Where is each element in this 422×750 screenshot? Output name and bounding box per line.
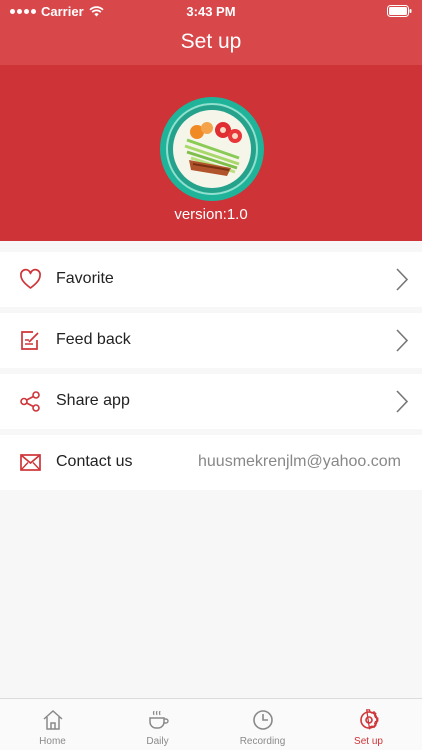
status-bar: Carrier 3:43 PM	[0, 0, 422, 22]
battery-icon	[387, 5, 412, 17]
tab-label: Set up	[354, 736, 383, 747]
contact-email[interactable]: huusmekrenjlm@yahoo.com	[198, 453, 401, 471]
tab-recording[interactable]: Recording	[210, 699, 315, 750]
chevron-right-icon	[396, 329, 409, 352]
menu-item-favorite[interactable]: Favorite	[0, 252, 422, 307]
menu-item-label: Feed back	[56, 331, 131, 348]
menu-item-feedback[interactable]: Feed back	[0, 313, 422, 368]
version-label: version:1.0	[174, 206, 248, 223]
tab-label: Home	[39, 736, 66, 747]
heart-icon	[20, 268, 41, 289]
page-title: Set up	[180, 30, 242, 53]
chevron-right-icon	[396, 390, 409, 413]
tab-home[interactable]: Home	[0, 699, 105, 750]
menu-item-contact-us[interactable]: Contact us huusmekrenjlm@yahoo.com	[0, 435, 422, 490]
tab-bar: Home Daily Recording Set up	[0, 698, 422, 750]
tab-label: Daily	[146, 736, 169, 747]
edit-note-icon	[21, 331, 39, 350]
food-illustration	[184, 122, 242, 176]
mail-icon	[20, 454, 41, 471]
navigation-bar: Set up	[0, 22, 422, 65]
tab-daily[interactable]: Daily	[105, 699, 210, 750]
menu-item-label: Share app	[56, 392, 130, 409]
menu-item-label: Favorite	[56, 270, 114, 287]
share-icon	[20, 391, 40, 412]
menu-item-label: Contact us	[56, 453, 133, 470]
tab-label: Recording	[239, 736, 286, 747]
status-time: 3:43 PM	[186, 4, 236, 19]
logo-plate	[173, 110, 251, 188]
cup-icon	[149, 710, 169, 729]
tab-set-up[interactable]: Set up	[316, 699, 421, 750]
app-logo	[160, 97, 264, 201]
chevron-right-icon	[396, 268, 409, 291]
home-icon	[43, 709, 63, 730]
clock-icon	[253, 710, 273, 730]
gear-icon	[360, 709, 379, 730]
profile-header: version:1.0	[0, 65, 422, 241]
menu-item-share-app[interactable]: Share app	[0, 374, 422, 429]
